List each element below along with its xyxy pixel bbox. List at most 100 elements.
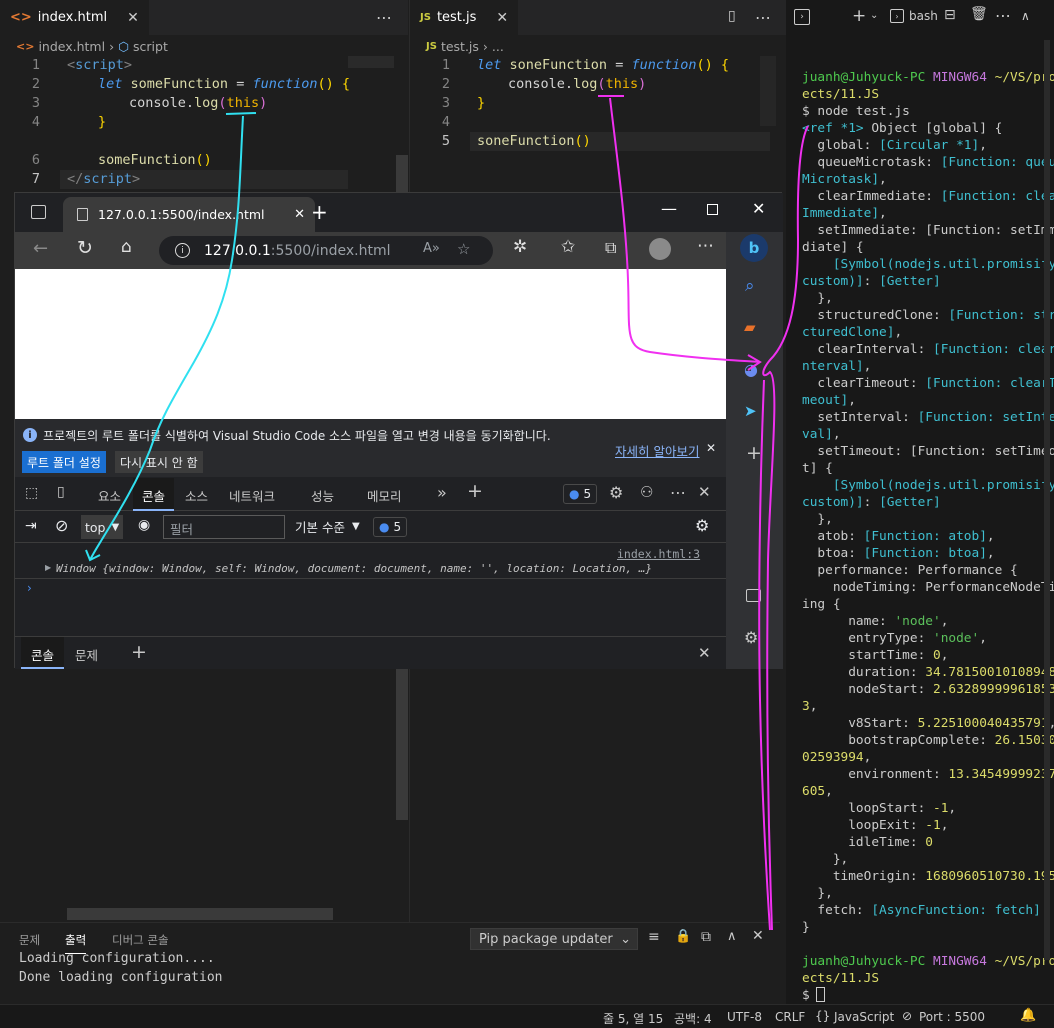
send-icon[interactable]: ➤ — [744, 402, 757, 420]
horizontal-scrollbar[interactable] — [67, 908, 333, 920]
language-mode[interactable]: JavaScript — [834, 1010, 894, 1024]
favorites-icon[interactable]: ✩ — [561, 237, 575, 257]
maximize-icon[interactable] — [707, 204, 718, 215]
close-icon[interactable]: ✕ — [698, 644, 711, 662]
drawer-tab-issues[interactable]: 문제 — [75, 645, 98, 664]
context-select[interactable]: top ▼ — [81, 515, 124, 539]
minimize-icon[interactable]: — — [661, 199, 677, 218]
add-icon[interactable]: + — [746, 442, 762, 464]
close-icon[interactable]: ✕ — [706, 441, 716, 455]
notifications-icon[interactable]: 🔔 — [1020, 1008, 1036, 1023]
clear-console-icon[interactable]: ⊘ — [55, 516, 68, 535]
minimap[interactable] — [348, 56, 394, 68]
search-icon[interactable]: ⌕ — [745, 276, 755, 296]
close-icon[interactable]: ✕ — [698, 483, 711, 501]
shell-label[interactable]: bash — [909, 9, 938, 23]
close-icon[interactable]: ✕ — [752, 928, 764, 944]
home-icon[interactable]: ⌂ — [121, 237, 132, 257]
indentation[interactable]: 공백: 4 — [674, 1010, 712, 1027]
terminal-panel[interactable]: › + ⌄ › bash ⊟ 🗑 ⋯ ∧ juanh@Juhyuck-PC MI… — [786, 0, 1054, 1004]
tab-elements[interactable]: 요소 — [98, 486, 121, 505]
bing-icon[interactable]: b — [740, 234, 768, 262]
copy-icon[interactable]: ⧉ — [701, 929, 711, 945]
terminal-icon[interactable]: › — [794, 9, 810, 25]
more-actions-icon[interactable]: ⋯ — [670, 483, 686, 502]
info-icon[interactable]: i — [175, 243, 190, 258]
add-favorite-icon[interactable]: ☆ — [457, 240, 470, 258]
add-terminal-icon[interactable]: + — [852, 6, 866, 26]
filter-input[interactable]: 필터 — [163, 515, 285, 539]
settings-icon[interactable]: ⚙ — [695, 516, 709, 535]
tab-network[interactable]: 네트워크 — [229, 486, 275, 505]
device-toolbar-icon[interactable]: ▯ — [57, 484, 65, 500]
breadcrumb-file[interactable]: index.html — [38, 39, 105, 54]
chevron-down-icon[interactable]: ⌄ — [870, 10, 878, 21]
close-icon[interactable]: ✕ — [127, 10, 139, 26]
terminal-scrollbar[interactable] — [1044, 40, 1050, 960]
split-terminal-icon[interactable]: ⊟ — [944, 7, 956, 23]
browser-tab[interactable]: 127.0.0.1:5500/index.html ✕ — [63, 197, 315, 232]
refresh-icon[interactable]: ↻ — [77, 237, 93, 259]
trash-icon[interactable]: 🗑 — [970, 6, 988, 22]
encoding[interactable]: UTF-8 — [727, 1010, 762, 1024]
dont-show-again-button[interactable]: 다시 표시 안 함 — [115, 451, 203, 473]
office-icon[interactable]: ◕ — [744, 360, 758, 379]
more-actions-icon[interactable]: ⋯ — [995, 6, 1011, 25]
tab-memory[interactable]: 메모리 — [367, 486, 402, 505]
avatar[interactable] — [649, 238, 671, 260]
set-root-folder-button[interactable]: 루트 폴더 설정 — [22, 451, 106, 473]
panel-tab-debug-console[interactable]: 디버그 콘솔 — [112, 932, 169, 948]
close-icon[interactable]: ✕ — [496, 10, 508, 26]
eye-icon[interactable]: ◉ — [138, 517, 150, 533]
settings-icon[interactable]: ⚙ — [609, 483, 623, 502]
output-channel-select[interactable]: Pip package updater ⌄ — [470, 928, 638, 950]
issues-badge[interactable]: ● 5 — [563, 484, 598, 504]
tab-test-js[interactable]: JS test.js ✕ — [410, 0, 520, 35]
extensions-icon[interactable]: ✲ — [513, 237, 527, 257]
tab-index-html[interactable]: <> index.html ✕ — [0, 0, 150, 35]
more-actions-icon[interactable]: ⋯ — [376, 8, 392, 27]
tab-actions-icon[interactable] — [31, 205, 46, 219]
end-of-line[interactable]: CRLF — [775, 1010, 805, 1024]
cursor-position[interactable]: 줄 5, 열 15 — [603, 1010, 663, 1027]
expand-triangle-icon[interactable]: ▶ — [45, 563, 51, 572]
right-code[interactable]: let soneFunction = function() { console.… — [477, 56, 777, 170]
panel-tab-problems[interactable]: 문제 — [19, 932, 40, 948]
tab-console[interactable]: 콘솔 — [133, 478, 175, 511]
sidebar-toggle-icon[interactable]: ⇥ — [25, 518, 37, 534]
close-window-icon[interactable]: ✕ — [752, 199, 765, 218]
issues-badge[interactable]: ● 5 — [373, 517, 408, 537]
back-icon[interactable]: ← — [33, 238, 48, 259]
log-level-select[interactable]: 기본 수준 ▼ — [295, 517, 360, 536]
breadcrumb-more[interactable]: ... — [492, 39, 504, 54]
breadcrumb-symbol[interactable]: script — [133, 39, 168, 54]
left-code[interactable]: <script> let someFunction = function() {… — [67, 56, 357, 208]
more-actions-icon[interactable]: ⋯ — [755, 8, 771, 27]
add-tab-icon[interactable]: + — [467, 480, 483, 502]
chevron-up-icon[interactable]: ∧ — [1021, 9, 1030, 23]
sidebar-layout-icon[interactable] — [746, 589, 761, 602]
maximize-panel-icon[interactable]: ∧ — [727, 929, 737, 944]
breadcrumb-file[interactable]: test.js — [441, 39, 479, 54]
drawer-tab-console[interactable]: 콘솔 — [21, 637, 65, 669]
tab-performance[interactable]: 성능 — [311, 486, 334, 505]
tab-sources[interactable]: 소스 — [185, 486, 208, 505]
browser-window[interactable]: 127.0.0.1:5500/index.html ✕ + — ✕ ← ↻ ⌂ … — [14, 192, 783, 669]
new-tab-icon[interactable]: + — [311, 200, 328, 224]
console-message[interactable]: index.html:3 ▶ Window {window: Window, s… — [15, 543, 726, 579]
filter-lines-icon[interactable]: ≡ — [648, 929, 660, 945]
close-icon[interactable]: ✕ — [294, 207, 305, 222]
customize-icon[interactable]: ⚇ — [640, 483, 653, 501]
settings-icon[interactable]: ⚙ — [744, 628, 758, 647]
page-content[interactable] — [15, 269, 726, 419]
inspect-element-icon[interactable]: ⬚ — [25, 485, 38, 501]
minimap[interactable] — [760, 56, 776, 126]
add-tab-icon[interactable]: + — [131, 641, 147, 663]
console-prompt-icon[interactable]: › — [27, 581, 32, 595]
log-source-link[interactable]: index.html:3 — [617, 547, 700, 561]
lock-icon[interactable]: 🔒 — [675, 929, 691, 944]
split-editor-icon[interactable]: ▯ — [728, 8, 736, 24]
collections-icon[interactable]: ⧉ — [605, 238, 616, 258]
more-actions-icon[interactable]: ⋯ — [697, 236, 714, 256]
read-aloud-icon[interactable]: A» — [423, 241, 440, 256]
